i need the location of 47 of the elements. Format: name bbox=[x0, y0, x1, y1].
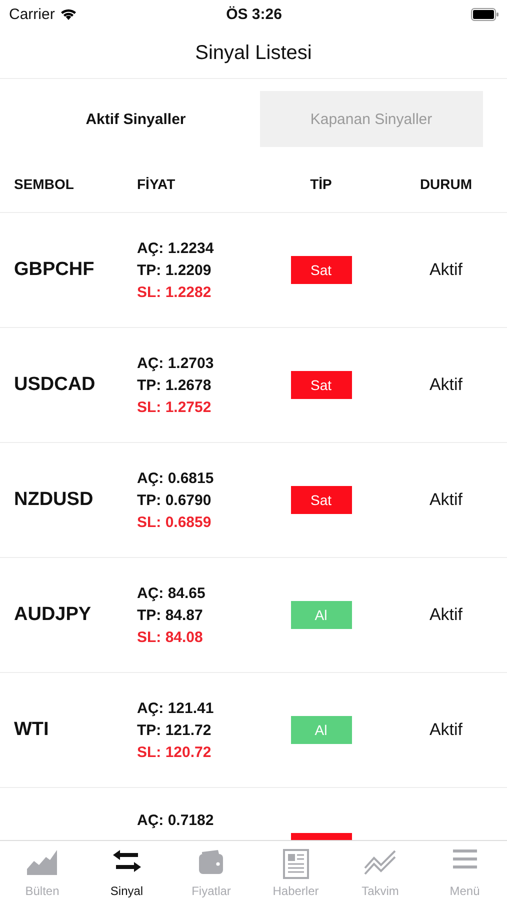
status-cell: Aktif bbox=[429, 605, 463, 625]
status-cell: Aktif bbox=[429, 260, 463, 280]
open-price: AÇ: 1.2234 bbox=[137, 240, 215, 258]
open-price: AÇ: 0.6815 bbox=[137, 470, 215, 488]
column-header: FİYAT bbox=[137, 176, 176, 192]
swap-arrows-icon bbox=[112, 849, 142, 873]
symbol-cell: WTI bbox=[14, 719, 49, 740]
stop-loss-price: SL: 1.2752 bbox=[137, 399, 212, 417]
symbol-cell: GBPCHF bbox=[14, 259, 94, 280]
open-price: AÇ: 0.7182 bbox=[137, 812, 215, 830]
symbol-cell: NZDUSD bbox=[14, 489, 94, 510]
open-price: AÇ: 84.65 bbox=[137, 585, 206, 603]
type-badge: Sat bbox=[290, 486, 352, 514]
take-profit-price: TP: 1.2678 bbox=[137, 377, 212, 395]
open-price: AÇ: 1.2703 bbox=[137, 355, 215, 373]
screen-title: Sinyal Listesi bbox=[195, 42, 312, 64]
column-header: SEMBOL bbox=[14, 176, 75, 192]
stop-loss-price: SL: 1.2282 bbox=[137, 284, 212, 302]
take-profit-price: TP: 1.2209 bbox=[137, 262, 212, 280]
wallet-icon bbox=[198, 849, 224, 875]
type-badge: Sat bbox=[290, 256, 352, 284]
stop-loss-price: SL: 120.72 bbox=[137, 744, 212, 762]
symbol-cell: AUDJPY bbox=[14, 604, 92, 625]
take-profit-price: TP: 0.6790 bbox=[137, 492, 212, 510]
symbol-cell: USDCAD bbox=[14, 374, 96, 395]
battery-icon bbox=[471, 8, 499, 20]
status-cell: Aktif bbox=[429, 720, 463, 740]
menu-icon bbox=[452, 849, 477, 869]
column-header: TİP bbox=[310, 176, 332, 192]
open-price: AÇ: 121.41 bbox=[137, 700, 215, 718]
type-badge: Al bbox=[290, 716, 352, 744]
segment-tab[interactable]: Kapanan Sinyaller bbox=[260, 91, 483, 147]
take-profit-price: TP: 84.87 bbox=[137, 607, 204, 625]
wifi-icon bbox=[60, 8, 77, 20]
carrier-label: Carrier bbox=[9, 6, 55, 22]
status-time: ÖS 3:26 bbox=[226, 6, 282, 22]
line-chart-icon bbox=[364, 849, 396, 875]
area-chart-icon bbox=[27, 849, 58, 875]
status-cell: Aktif bbox=[429, 490, 463, 510]
stop-loss-price: SL: 0.6859 bbox=[137, 514, 212, 532]
newspaper-icon bbox=[282, 849, 309, 879]
take-profit-price: TP: 121.72 bbox=[137, 722, 212, 740]
column-header: DURUM bbox=[420, 176, 472, 192]
stop-loss-price: SL: 84.08 bbox=[137, 629, 204, 647]
type-badge: Sat bbox=[290, 371, 352, 399]
status-cell: Aktif bbox=[429, 375, 463, 395]
type-badge: Al bbox=[290, 601, 352, 629]
